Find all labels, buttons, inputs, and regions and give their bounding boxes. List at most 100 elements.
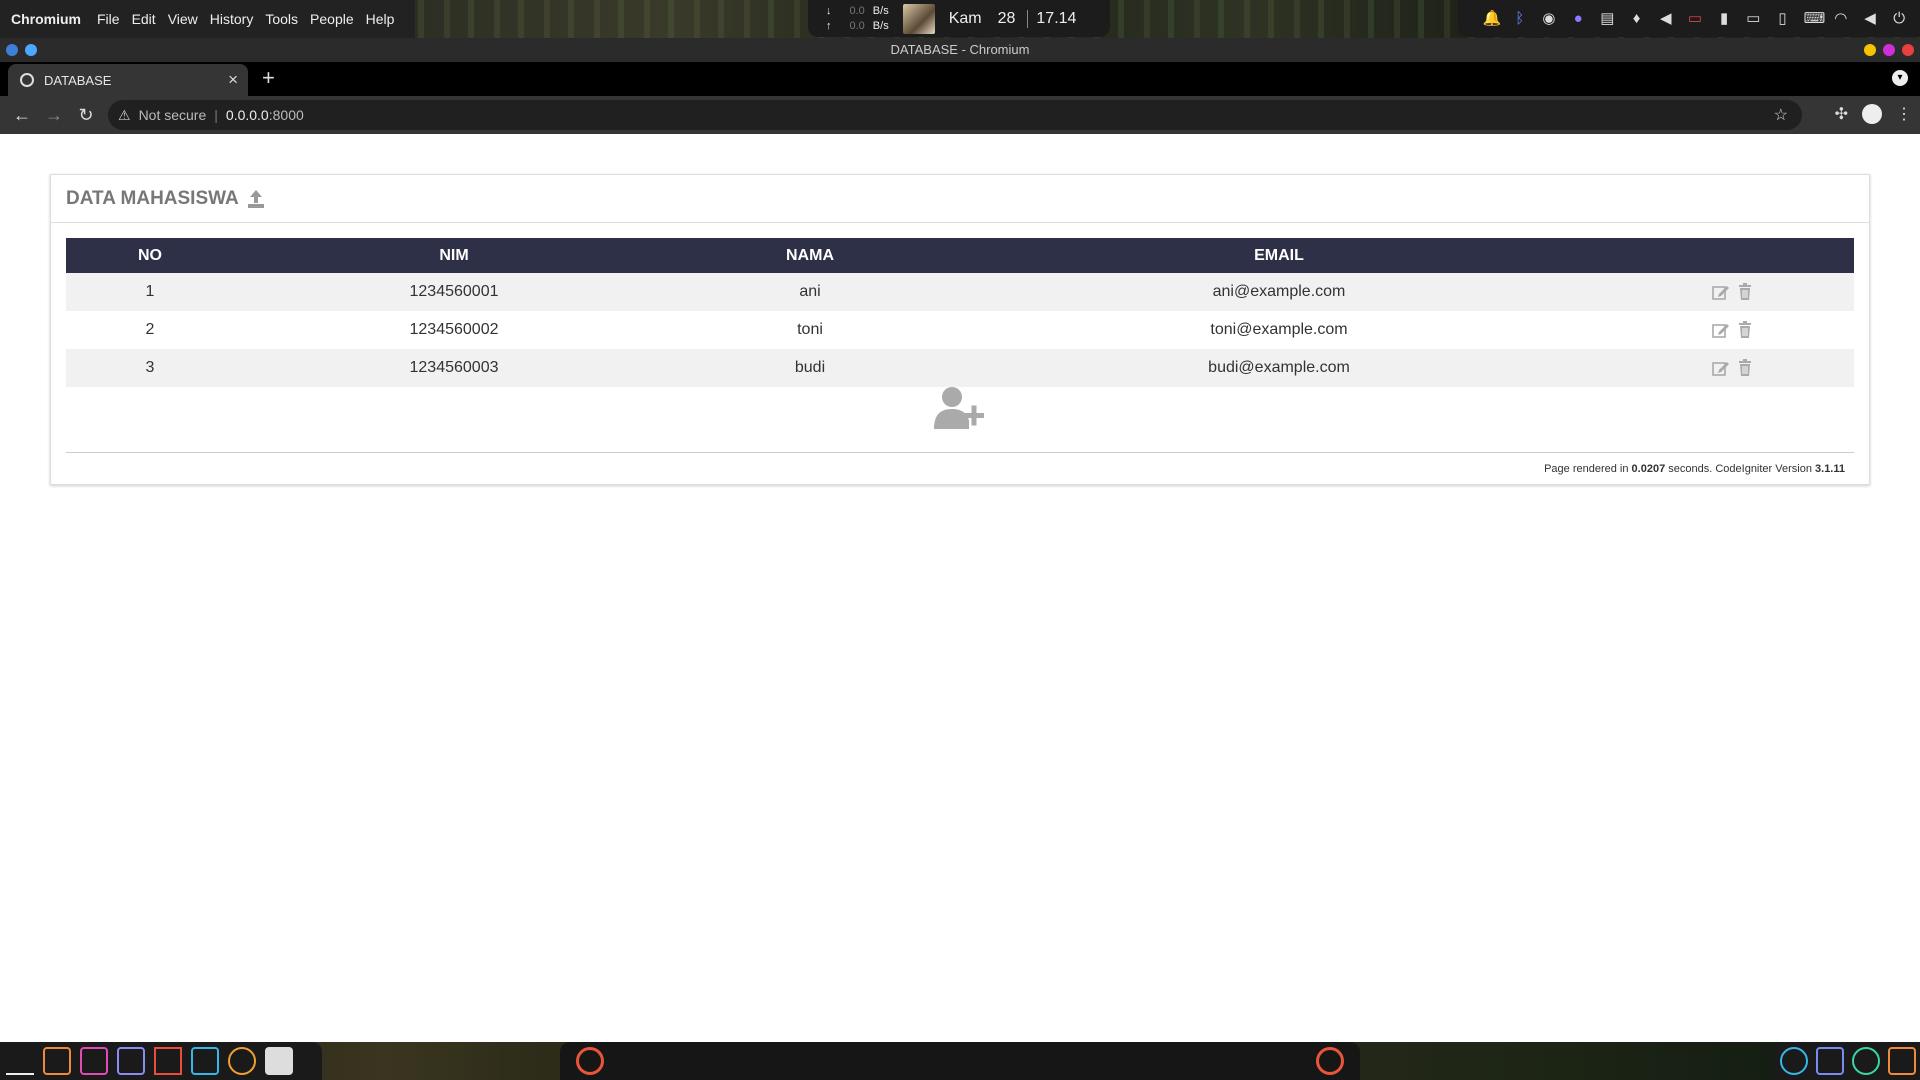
font-app-icon[interactable] <box>154 1047 182 1075</box>
url-host[interactable]: 0.0.0.0 <box>226 107 269 123</box>
phone-icon[interactable]: ▯ <box>1774 10 1790 27</box>
media-thumbnail[interactable] <box>902 3 935 34</box>
cell-email: toni@example.com <box>1210 321 1348 338</box>
folder-icon[interactable] <box>43 1047 71 1075</box>
speaker-icon[interactable]: ◀ <box>1658 10 1674 27</box>
column-header-email: EMAIL <box>1254 246 1304 264</box>
edit-icon[interactable] <box>1712 283 1730 301</box>
volume-icon[interactable]: ◀ <box>1862 10 1878 27</box>
upload-icon[interactable] <box>247 189 265 209</box>
close-window-button[interactable] <box>1902 44 1914 56</box>
storage-icon[interactable]: ▮ <box>1716 10 1732 27</box>
folder-icon[interactable] <box>1888 1047 1916 1075</box>
table-row: 2 1234560002 toni toni@example.com <box>66 311 1854 349</box>
edit-icon[interactable] <box>1712 321 1730 339</box>
page-title: DATA MAHASISWA <box>66 187 239 209</box>
profile-avatar[interactable] <box>1862 104 1882 124</box>
bookmark-star-icon[interactable]: ☆ <box>1774 105 1788 125</box>
cell-actions <box>1612 273 1854 311</box>
lightbulb-icon[interactable]: ♦ <box>1629 10 1645 27</box>
bell-icon[interactable]: 🔔 <box>1483 10 1502 27</box>
window-dot-icon[interactable] <box>6 44 18 56</box>
display-icon[interactable]: ▭ <box>1745 10 1761 27</box>
bluetooth-icon[interactable]: ᛒ <box>1512 10 1528 27</box>
trash-icon[interactable] <box>1736 283 1754 301</box>
app-menu-bar: Chromium File Edit View History Tools Pe… <box>0 0 415 38</box>
menu-edit[interactable]: Edit <box>132 11 156 27</box>
record-icon[interactable]: ◉ <box>1541 10 1557 27</box>
tab-title: DATABASE <box>44 72 112 88</box>
lightning-icon[interactable] <box>1316 1047 1344 1075</box>
cell-email: budi@example.com <box>1208 359 1350 376</box>
user-plus-icon[interactable] <box>932 387 986 431</box>
menu-view[interactable]: View <box>168 11 198 27</box>
battery-icon[interactable]: ▭ <box>1687 10 1703 27</box>
app-name[interactable]: Chromium <box>11 11 81 27</box>
toolbar-right-actions: ✣ ⋮ <box>1835 104 1912 124</box>
omnibox-separator: | <box>214 107 218 123</box>
window-dot-icon[interactable] <box>25 44 37 56</box>
menu-history[interactable]: History <box>210 11 254 27</box>
minimize-button[interactable] <box>1864 44 1876 56</box>
reload-button[interactable]: ↻ <box>70 105 102 126</box>
dock-launchers <box>0 1042 322 1080</box>
lightning-icon[interactable] <box>576 1047 604 1075</box>
column-header-actions <box>1612 238 1854 273</box>
keyboard-icon[interactable]: ⌨ <box>1804 10 1826 27</box>
window-controls <box>1864 44 1914 56</box>
power-icon[interactable]: ⏻ <box>1891 10 1907 27</box>
new-tab-button[interactable]: + <box>262 65 275 91</box>
system-top-bar: Chromium File Edit View History Tools Pe… <box>0 0 1920 38</box>
forward-button[interactable]: → <box>38 105 70 126</box>
back-button[interactable]: ← <box>6 105 38 126</box>
user-icon[interactable]: ● <box>1570 10 1586 27</box>
clipboard-icon[interactable]: ▤ <box>1599 10 1615 27</box>
address-bar[interactable]: ⚠ Not secure | 0.0.0.0 :8000 ☆ <box>108 100 1802 130</box>
column-header-nama: NAMA <box>786 246 834 264</box>
tab-close-icon[interactable]: × <box>228 70 238 90</box>
trash-icon[interactable] <box>1736 321 1754 339</box>
tab-search-icon[interactable]: ▾ <box>1892 70 1908 86</box>
upload-arrow-icon: ↑ <box>826 19 832 32</box>
extensions-icon[interactable]: ✣ <box>1835 104 1848 124</box>
tab-database[interactable]: DATABASE × <box>8 64 248 96</box>
menu-help[interactable]: Help <box>366 11 395 27</box>
render-footer: Page rendered in 0.0207 seconds. CodeIgn… <box>1544 463 1845 475</box>
maximize-button[interactable] <box>1883 44 1895 56</box>
cell-actions <box>1612 349 1854 387</box>
warning-icon[interactable]: ⚠ <box>118 107 131 124</box>
window-left-buttons <box>6 44 37 56</box>
column-header-nim: NIM <box>439 246 469 264</box>
terminal-icon[interactable] <box>191 1047 219 1075</box>
vscode-icon[interactable] <box>1852 1047 1880 1075</box>
table-header-row: NO NIM NAMA EMAIL <box>66 238 1854 273</box>
chromium-icon[interactable] <box>1780 1047 1808 1075</box>
footer-prefix: Page rendered in <box>1544 463 1632 475</box>
wifi-icon[interactable]: ◠ <box>1833 10 1849 27</box>
more-menu-icon[interactable]: ⋮ <box>1896 104 1912 124</box>
menu-file[interactable]: File <box>97 11 120 27</box>
clock-time[interactable]: 17.14 <box>1027 9 1076 28</box>
image-viewer-icon[interactable] <box>117 1047 145 1075</box>
mountain-logo-icon[interactable] <box>6 1047 34 1075</box>
window-title-bar: DATABASE - Chromium <box>0 38 1920 62</box>
menu-tools[interactable]: Tools <box>265 11 298 27</box>
footer-divider <box>66 452 1854 453</box>
cell-nama: budi <box>794 359 826 376</box>
trash-icon[interactable] <box>1736 359 1754 377</box>
footer-middle: seconds. CodeIgniter Version <box>1665 463 1816 475</box>
clock-date: 28 <box>997 9 1016 27</box>
upload-speed-value: 0.0 <box>849 19 865 32</box>
edit-icon[interactable] <box>1712 359 1730 377</box>
text-editor-icon[interactable] <box>80 1047 108 1075</box>
terminal-icon[interactable] <box>1816 1047 1844 1075</box>
panel-header: DATA MAHASISWA <box>51 175 1869 223</box>
settings-gear-icon[interactable] <box>228 1047 256 1075</box>
menu-people[interactable]: People <box>310 11 354 27</box>
cell-nim: 1234560003 <box>409 359 499 376</box>
document-icon[interactable] <box>265 1047 293 1075</box>
security-label[interactable]: Not secure <box>139 107 207 123</box>
clock-day: Kam <box>948 9 982 27</box>
url-port[interactable]: :8000 <box>269 107 304 123</box>
cell-nim: 1234560001 <box>409 283 499 300</box>
